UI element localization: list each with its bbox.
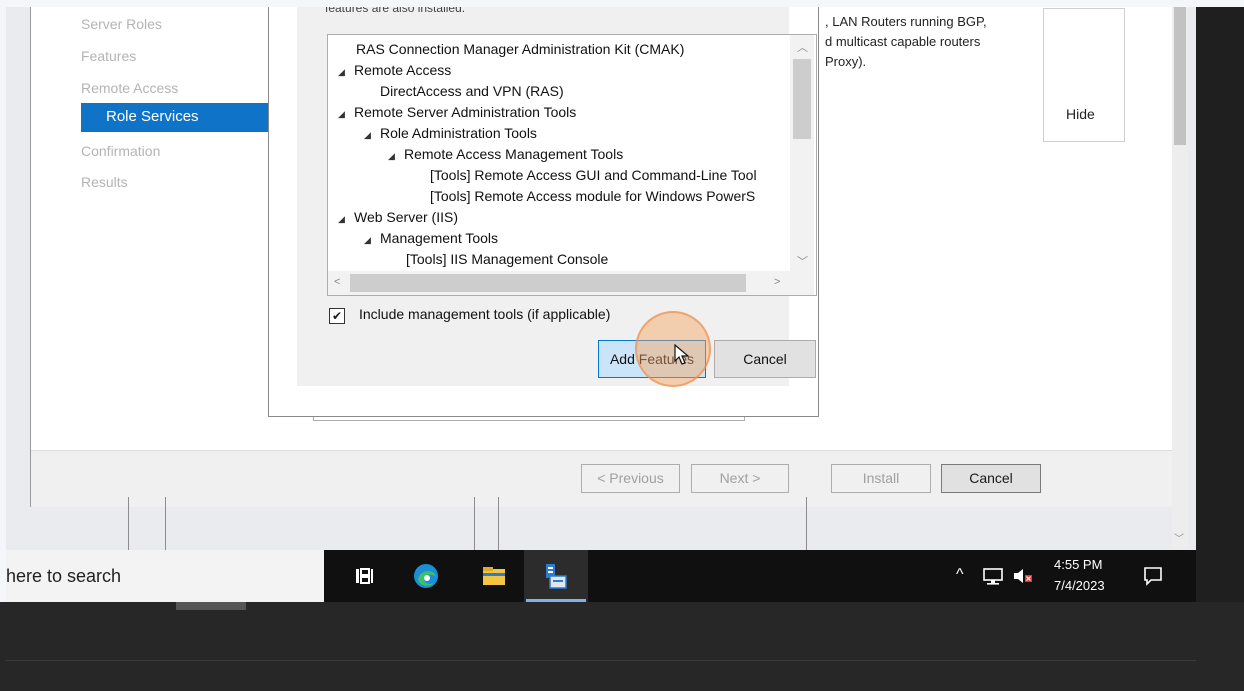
divider xyxy=(498,497,499,550)
tree-item-label: Web Server (IIS) xyxy=(354,209,458,225)
tree-item[interactable]: [Tools] Remote Access module for Windows… xyxy=(430,188,755,204)
server-manager-icon[interactable] xyxy=(542,562,570,590)
right-dark-margin xyxy=(1196,7,1244,602)
collapse-arrow-icon[interactable]: ◢ xyxy=(338,214,354,225)
notifications-icon[interactable] xyxy=(1142,565,1164,587)
page-scroll-thumb[interactable] xyxy=(1174,7,1186,145)
tree-vertical-scrollbar[interactable]: ︿ ﹀ xyxy=(790,35,814,271)
wizard-navigation: Server Roles Features Remote Access Role… xyxy=(31,7,276,438)
tree-item[interactable]: [Tools] IIS Management Console xyxy=(406,251,608,267)
scroll-right-icon[interactable]: > xyxy=(774,276,780,288)
previous-button[interactable]: < Previous xyxy=(581,464,680,493)
tree-item-label: Remote Access xyxy=(354,62,452,78)
tree-item-label: [Tools] Remote Access module for Windows… xyxy=(430,188,756,204)
tree-item-label: [Tools] Remote Access GUI and Command-Li… xyxy=(430,167,757,183)
tree-horizontal-scrollbar[interactable]: < > xyxy=(328,271,790,295)
nav-item-server-roles[interactable]: Server Roles xyxy=(81,16,162,32)
wizard-footer: < Previous Next > Install Cancel xyxy=(31,450,1181,507)
divider xyxy=(806,497,807,550)
file-explorer-icon[interactable] xyxy=(480,562,508,590)
scroll-left-icon[interactable]: < xyxy=(334,276,340,288)
bottom-divider xyxy=(6,660,1196,661)
search-placeholder: here to search xyxy=(6,566,122,586)
horizontal-scroll-thumb[interactable] xyxy=(350,274,746,292)
dialog-content: features are also installed. RAS Connect… xyxy=(297,7,817,387)
taskbar: here to search ^ 4:55 PM 7/4/2023 xyxy=(6,550,1196,602)
add-features-dialog: features are also installed. RAS Connect… xyxy=(268,7,819,417)
clock-date[interactable]: 7/4/2023 xyxy=(1054,578,1105,593)
edge-icon[interactable] xyxy=(412,562,440,590)
divider xyxy=(165,497,166,550)
divider xyxy=(128,497,129,550)
tree-item[interactable]: ◢ Remote Server Administration Tools xyxy=(338,104,576,120)
nav-item-label: Role Services xyxy=(106,108,199,125)
next-button[interactable]: Next > xyxy=(691,464,789,493)
clock-time[interactable]: 4:55 PM xyxy=(1054,557,1102,572)
dialog-cancel-button[interactable]: Cancel xyxy=(714,340,816,378)
scroll-up-icon[interactable]: ︿ xyxy=(797,39,808,55)
hide-panel: Hide xyxy=(1043,8,1125,142)
bottom-tab xyxy=(176,602,246,610)
tree-item[interactable]: ◢ Remote Access xyxy=(338,62,451,78)
features-tree[interactable]: RAS Connection Manager Administration Ki… xyxy=(327,34,817,296)
description-line: , LAN Routers running BGP, xyxy=(825,14,987,29)
include-management-tools-label[interactable]: Include management tools (if applicable) xyxy=(359,306,610,322)
collapse-arrow-icon[interactable]: ◢ xyxy=(388,151,404,162)
click-highlight xyxy=(635,311,711,387)
tree-item-label: DirectAccess and VPN (RAS) xyxy=(380,83,564,99)
nav-item-role-services[interactable]: Role Services xyxy=(81,103,276,132)
page-vertical-scrollbar[interactable]: ﹀ xyxy=(1172,7,1188,550)
hide-link[interactable]: Hide xyxy=(1066,106,1095,122)
dialog-top-text: features are also installed. xyxy=(325,7,466,15)
description-line: d multicast capable routers xyxy=(825,34,981,49)
collapse-arrow-icon[interactable]: ◢ xyxy=(364,235,380,246)
scrollbar-corner xyxy=(790,271,814,295)
mouse-cursor-icon xyxy=(674,344,690,365)
install-button[interactable]: Install xyxy=(831,464,931,493)
description-line: Proxy). xyxy=(825,54,867,69)
show-hidden-icons-chevron[interactable]: ^ xyxy=(956,566,964,584)
tree-item-label: Remote Access Management Tools xyxy=(404,146,624,162)
collapse-arrow-icon[interactable]: ◢ xyxy=(338,109,354,120)
tree-item[interactable]: ◢ Management Tools xyxy=(364,230,498,246)
include-management-tools-checkbox[interactable]: ✔ xyxy=(329,308,345,324)
remote-desktop-screen: Server Roles Features Remote Access Role… xyxy=(6,7,1196,550)
tree-item-label: Role Administration Tools xyxy=(380,125,537,141)
vertical-scroll-thumb[interactable] xyxy=(793,59,811,139)
bottom-dark-area xyxy=(0,602,1244,691)
tree-item[interactable]: DirectAccess and VPN (RAS) xyxy=(380,83,564,99)
nav-item-remote-access[interactable]: Remote Access xyxy=(81,80,178,96)
network-icon[interactable] xyxy=(982,566,1004,586)
scroll-down-icon[interactable]: ﹀ xyxy=(797,253,808,269)
volume-muted-icon[interactable] xyxy=(1012,566,1034,586)
nav-item-confirmation[interactable]: Confirmation xyxy=(81,143,160,159)
tree-item[interactable]: ◢ Remote Access Management Tools xyxy=(388,146,623,162)
collapse-arrow-icon[interactable]: ◢ xyxy=(338,67,354,78)
taskbar-search[interactable]: here to search xyxy=(6,550,324,602)
wizard-cancel-button[interactable]: Cancel xyxy=(941,464,1041,493)
tree-item[interactable]: ◢ Role Administration Tools xyxy=(364,125,537,141)
divider xyxy=(474,497,475,550)
tree-item-label: [Tools] IIS Management Console xyxy=(406,251,609,267)
scroll-down-icon[interactable]: ﹀ xyxy=(1174,530,1184,545)
nav-item-results[interactable]: Results xyxy=(81,174,128,190)
role-description: , LAN Routers running BGP, d multicast c… xyxy=(825,12,1035,72)
tree-item-label: Management Tools xyxy=(380,230,499,246)
tree-item[interactable]: [Tools] Remote Access GUI and Command-Li… xyxy=(430,167,757,183)
tree-item-label: RAS Connection Manager Administration Ki… xyxy=(356,41,685,57)
tree-item[interactable]: RAS Connection Manager Administration Ki… xyxy=(356,41,684,57)
task-view-icon[interactable] xyxy=(350,562,378,590)
tree-item[interactable]: ◢ Web Server (IIS) xyxy=(338,209,458,225)
collapse-arrow-icon[interactable]: ◢ xyxy=(364,130,380,141)
nav-item-features[interactable]: Features xyxy=(81,48,136,64)
tree-item-label: Remote Server Administration Tools xyxy=(354,104,577,120)
